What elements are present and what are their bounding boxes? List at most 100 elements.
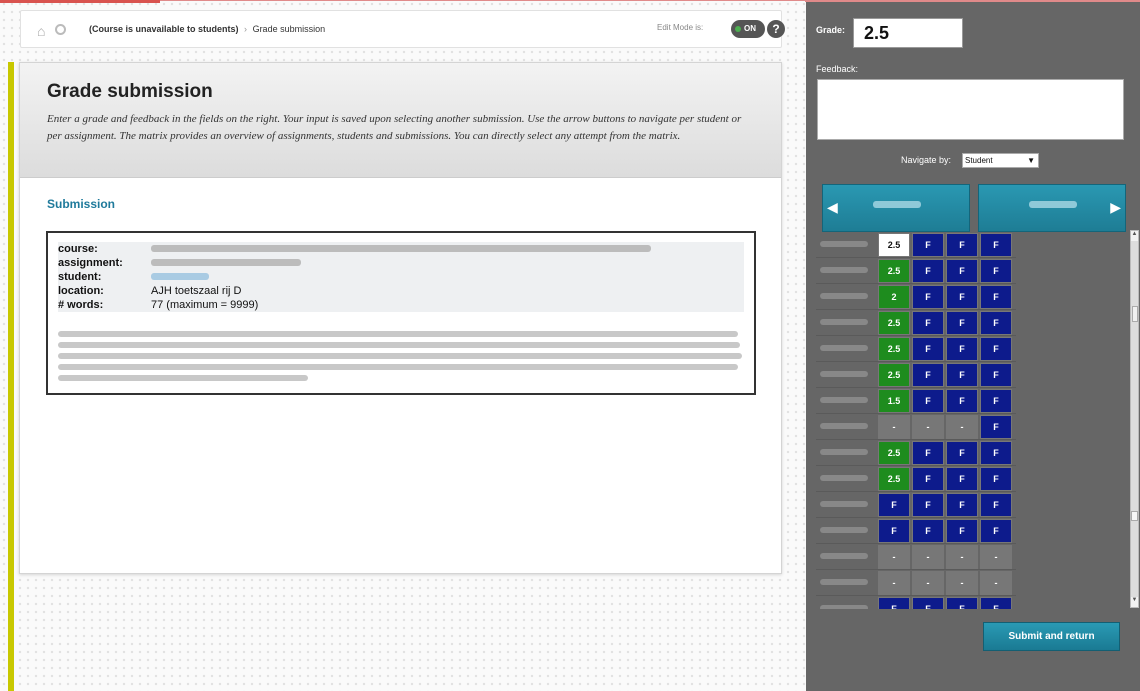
redacted-student-id[interactable] xyxy=(820,449,868,455)
matrix-cell[interactable]: F xyxy=(912,519,944,543)
breadcrumb: ⌂ (Course is unavailable to students) › … xyxy=(20,10,785,48)
matrix-cell[interactable]: - xyxy=(912,545,944,569)
redacted-student-id[interactable] xyxy=(820,371,868,377)
navigate-select[interactable]: Student ▼ xyxy=(962,153,1039,168)
matrix-cell[interactable]: F xyxy=(946,233,978,257)
redacted-student-id[interactable] xyxy=(820,501,868,507)
redacted-student-id[interactable] xyxy=(820,527,868,533)
matrix-cell[interactable]: F xyxy=(912,311,944,335)
matrix-cell[interactable]: F xyxy=(980,337,1012,361)
matrix-cell[interactable]: - xyxy=(912,415,944,439)
matrix-cell[interactable]: F xyxy=(980,389,1012,413)
matrix-cell[interactable]: F xyxy=(946,597,978,609)
matrix-cell[interactable]: F xyxy=(912,389,944,413)
matrix-cell[interactable]: F xyxy=(946,337,978,361)
content-panel: Grade submission Enter a grade and feedb… xyxy=(19,62,782,574)
redacted-student-id[interactable] xyxy=(820,605,868,609)
matrix-cell[interactable]: - xyxy=(980,571,1012,595)
edit-mode-toggle[interactable]: ON xyxy=(731,20,765,38)
matrix-cell[interactable]: - xyxy=(946,571,978,595)
matrix-cell[interactable]: F xyxy=(980,311,1012,335)
redacted-student-id[interactable] xyxy=(820,579,868,585)
matrix-cell[interactable]: F xyxy=(946,493,978,517)
matrix-cell[interactable]: F xyxy=(912,337,944,361)
matrix-cell[interactable]: F xyxy=(912,285,944,309)
matrix-cell[interactable]: F xyxy=(912,467,944,491)
home-icon[interactable]: ⌂ xyxy=(37,23,45,39)
matrix-cell[interactable]: F xyxy=(878,493,910,517)
breadcrumb-course[interactable]: (Course is unavailable to students) xyxy=(89,24,239,34)
toggle-indicator-icon xyxy=(735,26,741,32)
matrix-cell[interactable]: F xyxy=(980,415,1012,439)
redacted-student-id[interactable] xyxy=(820,293,868,299)
redacted-student-id[interactable] xyxy=(820,397,868,403)
next-student-button[interactable]: ▶ xyxy=(978,184,1126,232)
previous-student-button[interactable]: ◀ xyxy=(822,184,970,232)
matrix-cell[interactable]: F xyxy=(912,259,944,283)
matrix-cell[interactable]: - xyxy=(912,571,944,595)
submit-and-return-button[interactable]: Submit and return xyxy=(983,622,1120,651)
matrix-cell[interactable]: - xyxy=(980,545,1012,569)
redacted-student-id[interactable] xyxy=(820,475,868,481)
grade-input[interactable]: 2.5 xyxy=(853,18,963,48)
matrix-cell[interactable]: F xyxy=(912,441,944,465)
scrollbar-thumb[interactable] xyxy=(1132,306,1138,322)
submission-box: course: assignment: student: location: A… xyxy=(46,231,756,395)
page-scrollbar[interactable] xyxy=(1131,6,1140,691)
matrix-cell[interactable]: 2.5 xyxy=(878,311,910,335)
matrix-cell[interactable]: F xyxy=(980,597,1012,609)
feedback-textarea[interactable] xyxy=(817,79,1124,140)
matrix-cell[interactable]: F xyxy=(946,519,978,543)
matrix-cell[interactable]: F xyxy=(980,519,1012,543)
matrix-cell[interactable]: F xyxy=(946,259,978,283)
matrix-cell[interactable]: - xyxy=(878,415,910,439)
matrix-cell[interactable]: F xyxy=(980,493,1012,517)
matrix-cell[interactable]: F xyxy=(946,285,978,309)
matrix-cell[interactable]: 2.5 xyxy=(878,363,910,387)
redacted-student-id[interactable] xyxy=(820,319,868,325)
redacted-student-id[interactable] xyxy=(820,553,868,559)
matrix-cell[interactable]: 2.5 xyxy=(878,467,910,491)
matrix-cell[interactable]: 1.5 xyxy=(878,389,910,413)
matrix-cell[interactable]: 2.5 xyxy=(878,233,910,257)
course-menu-icon[interactable] xyxy=(55,24,66,35)
matrix-cell[interactable]: F xyxy=(878,597,910,609)
redacted-student-id[interactable] xyxy=(820,267,868,273)
arrow-left-icon: ◀ xyxy=(827,199,838,215)
matrix-cell[interactable]: F xyxy=(980,259,1012,283)
matrix-cell[interactable]: F xyxy=(980,363,1012,387)
help-icon[interactable]: ? xyxy=(767,20,785,38)
matrix-cell[interactable]: 2 xyxy=(878,285,910,309)
redacted-student-id[interactable] xyxy=(820,423,868,429)
matrix-row: 2FFF xyxy=(816,284,1016,310)
matrix-cell[interactable]: F xyxy=(980,467,1012,491)
matrix-cell[interactable]: F xyxy=(912,363,944,387)
meta-value-redacted[interactable] xyxy=(151,270,209,284)
matrix-cell[interactable]: F xyxy=(912,493,944,517)
matrix-cell[interactable]: 2.5 xyxy=(878,441,910,465)
matrix-cell[interactable]: F xyxy=(946,389,978,413)
matrix-cell[interactable]: F xyxy=(946,467,978,491)
matrix-cell[interactable]: F xyxy=(980,441,1012,465)
redacted-student-id[interactable] xyxy=(820,241,868,247)
redacted-student-id[interactable] xyxy=(820,345,868,351)
meta-value-redacted xyxy=(151,242,651,256)
matrix-cell[interactable]: 2.5 xyxy=(878,259,910,283)
matrix-cell[interactable]: F xyxy=(912,597,944,609)
redacted-link[interactable] xyxy=(151,273,209,280)
matrix-cell[interactable]: F xyxy=(980,285,1012,309)
matrix-cell[interactable]: F xyxy=(946,311,978,335)
submission-matrix: 2.5 F F F 2.5 F F F 2 F F F 2.5 F F F 2.5 F F F 2.5 F F F 1.5 F F F… xyxy=(816,232,1016,609)
matrix-row: 2.5 F F F xyxy=(816,258,1016,284)
matrix-cell[interactable]: - xyxy=(946,545,978,569)
matrix-cell[interactable]: - xyxy=(878,571,910,595)
matrix-cell[interactable]: - xyxy=(946,415,978,439)
matrix-cell[interactable]: F xyxy=(980,233,1012,257)
matrix-cell[interactable]: F xyxy=(946,441,978,465)
matrix-cell[interactable]: F xyxy=(878,519,910,543)
matrix-cell[interactable]: 2.5 xyxy=(878,337,910,361)
matrix-cell[interactable]: F xyxy=(912,233,944,257)
matrix-row: 1.5 F F F xyxy=(816,388,1016,414)
matrix-cell[interactable]: - xyxy=(878,545,910,569)
matrix-cell[interactable]: F xyxy=(946,363,978,387)
